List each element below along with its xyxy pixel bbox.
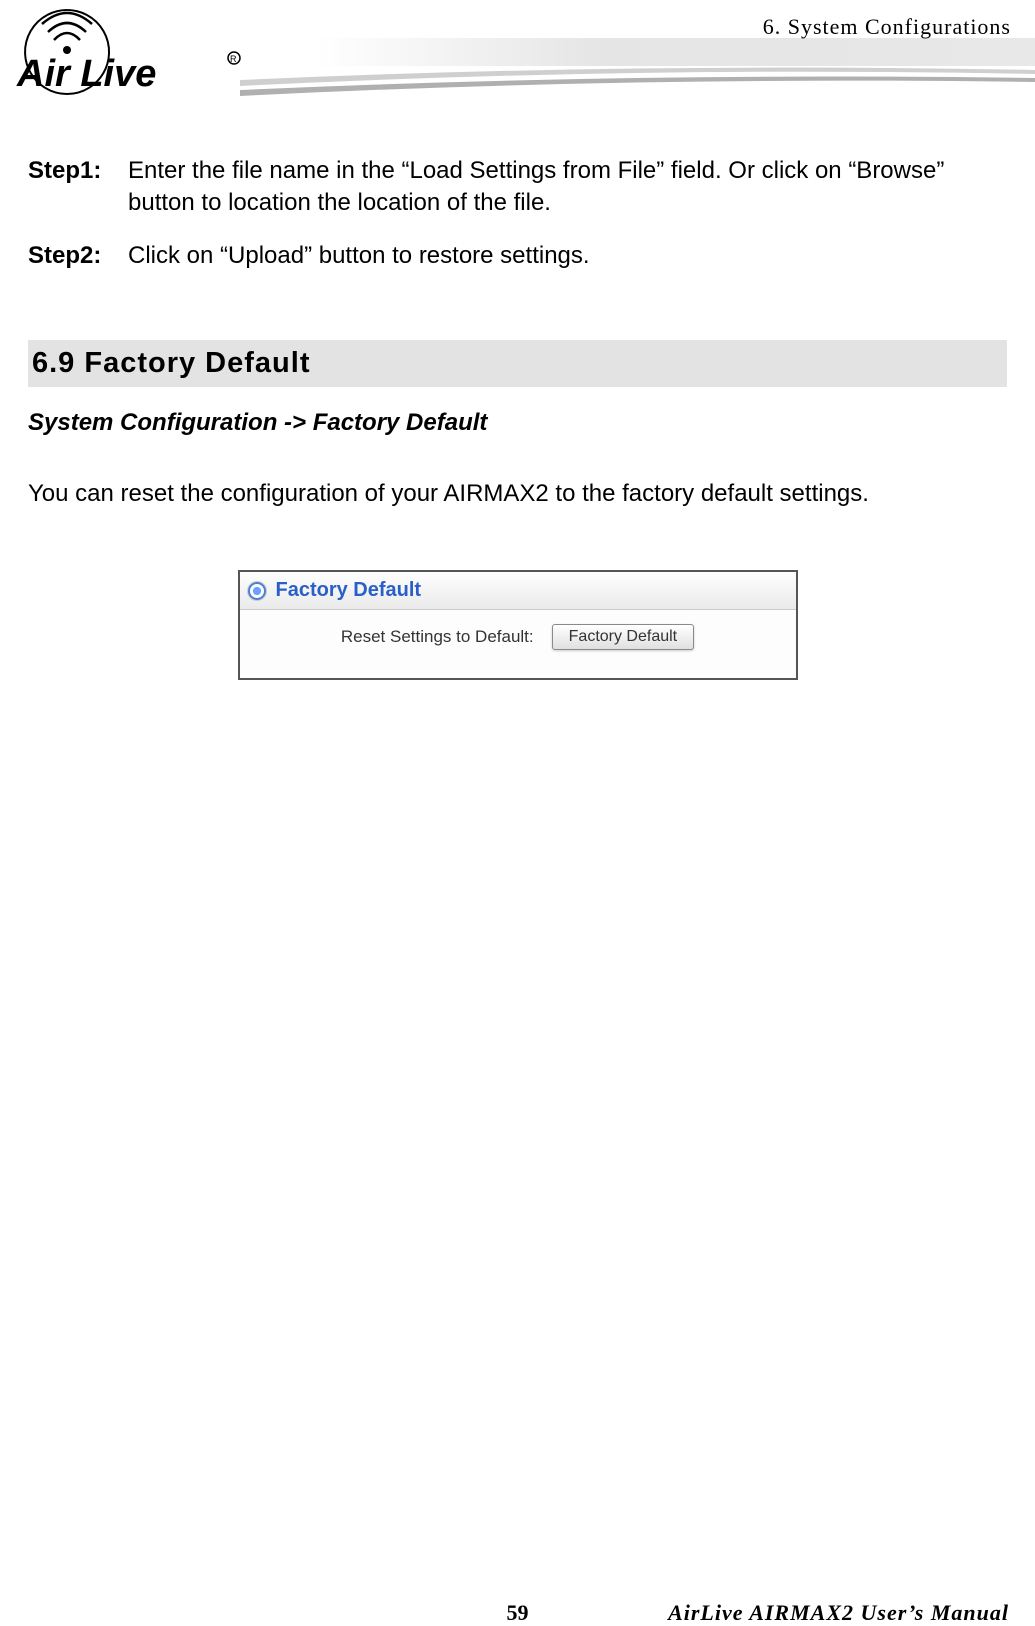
panel-body: Reset Settings to Default: Factory Defau… xyxy=(240,610,796,678)
step-label: Step2: xyxy=(28,240,128,272)
section-description: You can reset the configuration of your … xyxy=(28,478,1007,510)
step-text: Click on “Upload” button to restore sett… xyxy=(128,240,1007,272)
panel-title-bar: Factory Default xyxy=(240,572,796,610)
factory-default-button[interactable]: Factory Default xyxy=(552,624,694,650)
page-content: Step1: Enter the file name in the “Load … xyxy=(0,115,1035,680)
factory-default-panel: Factory Default Reset Settings to Defaul… xyxy=(238,570,798,680)
manual-title: AirLive AIRMAX2 User’s Manual xyxy=(668,1600,1009,1626)
section-heading: 6.9 Factory Default xyxy=(28,340,1007,387)
screenshot-panel-wrap: Factory Default Reset Settings to Defaul… xyxy=(28,570,1007,680)
breadcrumb: System Configuration -> Factory Default xyxy=(28,407,1007,439)
step-label-text: Step2 xyxy=(28,242,93,269)
bullet-icon xyxy=(248,582,266,600)
step-text: Enter the file name in the “Load Setting… xyxy=(128,155,1007,220)
airlive-logo: Air Live R xyxy=(12,8,262,98)
page-header: 6. System Configurations Air Live R xyxy=(0,0,1035,115)
svg-text:Air Live: Air Live xyxy=(16,53,156,95)
chapter-label: 6. System Configurations xyxy=(763,14,1011,40)
page-number: 59 xyxy=(507,1600,529,1626)
reset-label: Reset Settings to Default: xyxy=(341,626,534,649)
svg-text:R: R xyxy=(230,54,237,64)
step-label: Step1: xyxy=(28,155,128,220)
step-1: Step1: Enter the file name in the “Load … xyxy=(28,155,1007,220)
panel-title: Factory Default xyxy=(276,577,422,604)
header-swoosh-decoration xyxy=(240,62,1035,102)
step-label-text: Step1 xyxy=(28,157,93,184)
step-2: Step2: Click on “Upload” button to resto… xyxy=(28,240,1007,272)
